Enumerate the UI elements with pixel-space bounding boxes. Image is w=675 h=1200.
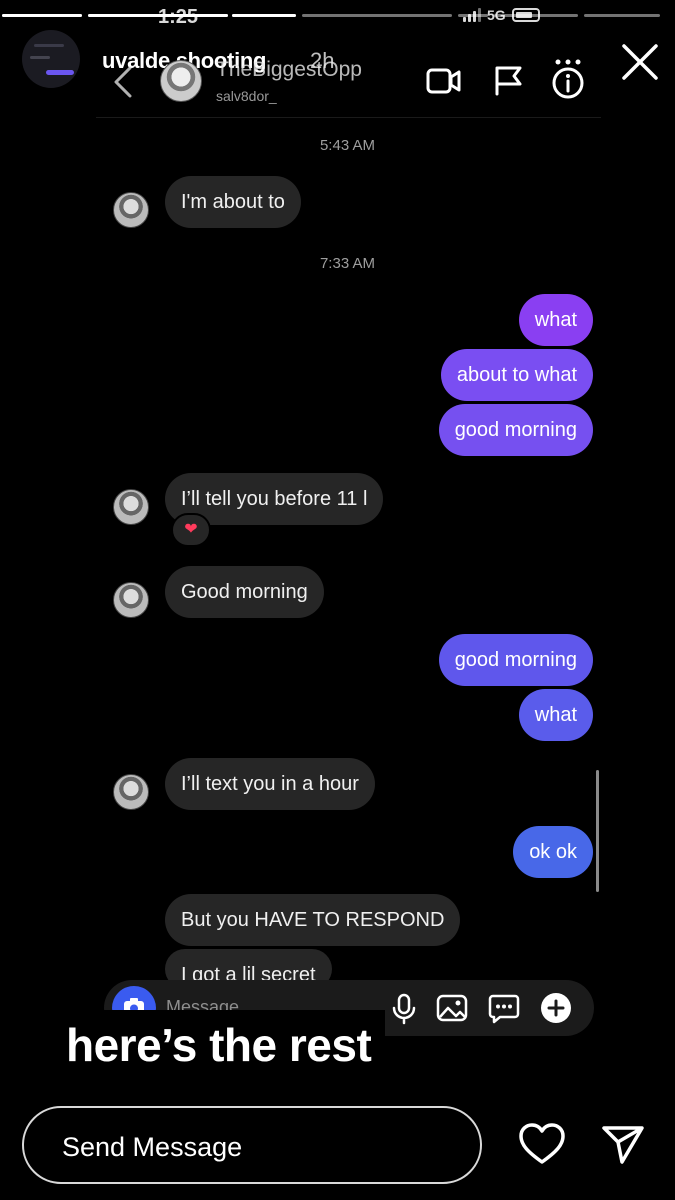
incoming-message[interactable]: Good morning [165,566,324,618]
story-progress-segment [2,14,82,17]
signal-icon [463,8,481,22]
send-icon[interactable] [600,1122,646,1166]
story-progress-segment [302,14,452,17]
network-label: 5G [487,7,506,23]
scrollbar[interactable] [596,770,599,892]
status-time: 1:25 [157,6,199,28]
back-chevron-icon[interactable] [108,62,138,102]
story-progress-segment [232,14,296,17]
story-reply-placeholder: Send Message [62,1132,243,1162]
status-indicators: 5G [463,7,540,23]
outgoing-message[interactable]: good morning [438,404,593,456]
contact-avatar-small [113,192,149,228]
outgoing-message[interactable]: ok ok [513,826,593,878]
info-icon[interactable] [548,58,588,102]
microphone-icon[interactable] [386,990,422,1026]
message-timestamp: 5:43 AM [319,137,376,154]
flag-icon[interactable] [488,58,528,102]
contact-handle: salv8dor_ [216,88,277,104]
sticker-chat-icon[interactable] [486,990,522,1026]
contact-avatar-small [113,582,149,618]
outgoing-message[interactable]: good morning [438,634,593,686]
gallery-icon[interactable] [434,990,470,1026]
incoming-message[interactable]: But you HAVE TO RESPOND [165,894,461,946]
contact-avatar[interactable] [160,60,202,102]
story-progress [0,14,675,18]
contact-name[interactable]: TheBiggestOpp [216,58,362,82]
heart-reaction-icon[interactable]: ❤ [171,513,211,547]
incoming-message[interactable]: I’ll text you in a hour [165,758,375,810]
story-reply-input[interactable]: Send Message [22,1106,482,1184]
header-divider [96,117,601,118]
story-caption: here’s the rest [52,1010,386,1092]
close-icon[interactable] [616,38,664,86]
contact-avatar-small [113,489,149,525]
heart-icon[interactable] [518,1122,566,1166]
video-call-icon[interactable] [424,58,464,102]
message-timestamp: 7:33 AM [319,255,376,272]
add-icon[interactable] [538,990,574,1026]
contact-avatar-small [113,774,149,810]
outgoing-message[interactable]: what [518,689,593,741]
outgoing-message[interactable]: about to what [440,349,593,401]
incoming-message[interactable]: I'm about to [165,176,301,228]
story-author-avatar[interactable] [22,30,80,88]
story-progress-segment [584,14,660,17]
battery-icon [511,8,540,22]
outgoing-message[interactable]: what [518,294,593,346]
